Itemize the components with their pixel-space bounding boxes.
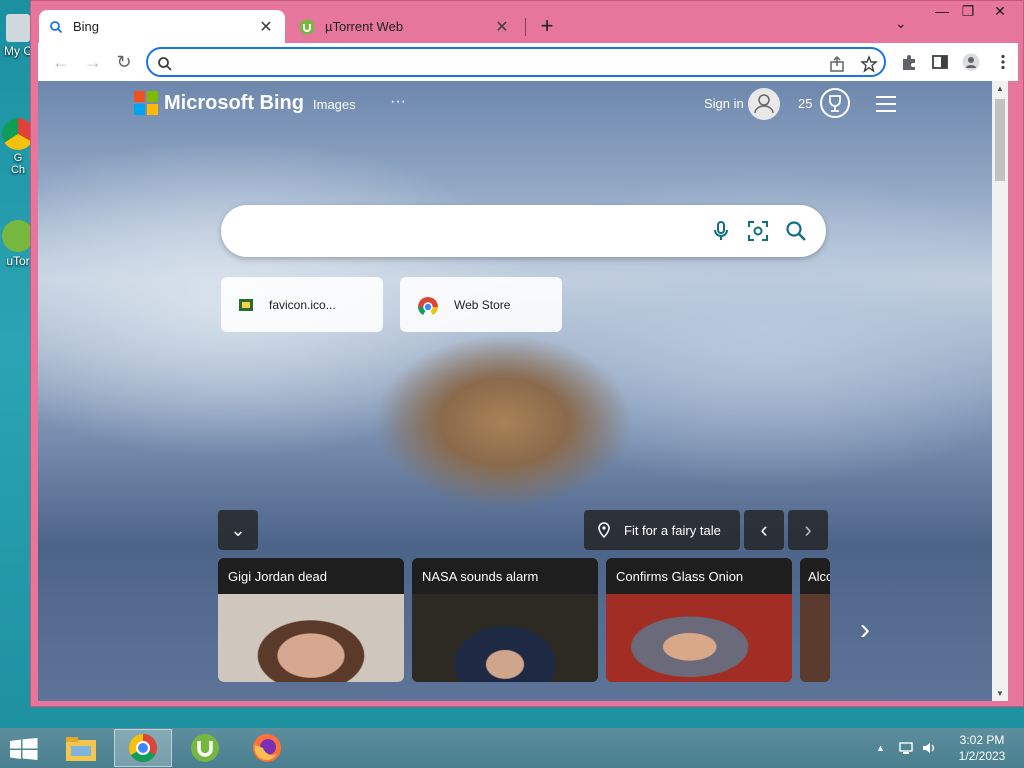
quick-link-web-store[interactable]: Web Store (400, 277, 562, 332)
taskbar-firefox[interactable] (238, 729, 296, 767)
quick-link-label: Web Store (454, 297, 511, 312)
news-card[interactable]: Alco (800, 558, 830, 682)
news-thumbnail (800, 594, 830, 682)
news-headline: Alco (800, 558, 830, 594)
avatar[interactable] (748, 88, 780, 120)
tab-search-button[interactable]: ⌄ (895, 15, 907, 32)
utorrent-icon (299, 19, 315, 34)
search-icon[interactable] (784, 219, 808, 243)
bookmark-star-icon[interactable] (860, 55, 878, 73)
maximize-button[interactable]: ❐ (953, 3, 983, 20)
profile-icon[interactable] (962, 53, 980, 71)
file-explorer-icon (66, 737, 96, 761)
close-window-button[interactable]: ✕ (985, 3, 1015, 20)
menu-icon[interactable] (994, 53, 1012, 71)
previous-image-button[interactable]: ‹ (744, 510, 784, 550)
news-card[interactable]: Gigi Jordan dead (218, 558, 404, 682)
utorrent-icon (191, 734, 219, 762)
news-card[interactable]: NASA sounds alarm (412, 558, 598, 682)
news-thumbnail (412, 594, 598, 682)
clock-date: 1/2/2023 (958, 749, 1006, 763)
news-thumbnail (218, 594, 404, 682)
microphone-icon[interactable] (709, 219, 733, 243)
tab-utorrent[interactable]: µTorrent Web ✕ (289, 10, 521, 43)
image-caption: Fit for a fairy tale (624, 522, 721, 538)
tray-overflow-icon[interactable]: ▲ (876, 743, 885, 753)
next-image-button[interactable]: › (788, 510, 828, 550)
back-button[interactable]: ← (51, 52, 71, 72)
collapse-feed-button[interactable]: ⌄ (218, 510, 258, 550)
taskbar-file-explorer[interactable] (52, 729, 110, 767)
tab-title: Bing (73, 19, 100, 34)
scrollbar-thumb[interactable] (995, 99, 1005, 181)
news-card[interactable]: Confirms Glass Onion (606, 558, 792, 682)
microsoft-logo-icon (134, 91, 158, 115)
browser-toolbar: ← → ↻ (38, 43, 1018, 81)
scroll-up-icon[interactable]: ▲ (992, 84, 1008, 93)
close-tab-icon[interactable]: ✕ (493, 17, 511, 37)
nav-images-link[interactable]: Images (313, 97, 356, 112)
news-headline: Gigi Jordan dead (218, 558, 404, 594)
sign-in-link[interactable]: Sign in (704, 96, 744, 111)
scroll-down-icon[interactable]: ▼ (992, 689, 1008, 698)
visual-search-icon[interactable] (746, 219, 770, 243)
computer-icon (6, 14, 30, 42)
news-headline: Confirms Glass Onion (606, 558, 792, 594)
address-bar[interactable] (146, 47, 886, 77)
microsoft-bing-logo[interactable]: Microsoft Bing (134, 91, 304, 115)
hamburger-menu-icon[interactable] (876, 96, 896, 117)
system-clock[interactable]: 3:02 PM 1/2/2023 (952, 732, 1012, 764)
location-pin-icon (598, 522, 610, 538)
firefox-icon (253, 734, 281, 762)
news-thumbnail (606, 594, 792, 682)
reload-button[interactable]: ↻ (114, 52, 134, 72)
taskbar-chrome[interactable] (114, 729, 172, 767)
logo-text: Microsoft Bing (164, 91, 304, 114)
favicon-file-icon (239, 298, 253, 311)
bing-search-icon (50, 20, 63, 33)
address-input[interactable] (178, 53, 818, 73)
news-next-button[interactable]: › (860, 613, 870, 647)
network-icon[interactable] (898, 740, 914, 756)
rewards-count: 25 (798, 96, 813, 111)
image-info-button[interactable]: Fit for a fairy tale (584, 510, 740, 550)
volume-icon[interactable] (921, 740, 937, 756)
extensions-icon[interactable] (900, 53, 918, 71)
news-headline: NASA sounds alarm (412, 558, 598, 594)
chrome-icon (129, 734, 157, 762)
tab-strip: Bing ✕ µTorrent Web ✕ + ⌄ — ❐ ✕ (31, 1, 1023, 43)
close-tab-icon[interactable]: ✕ (257, 17, 275, 37)
browser-window: Bing ✕ µTorrent Web ✕ + ⌄ — ❐ ✕ ← → ↻ Mi… (30, 0, 1024, 707)
new-tab-button[interactable]: + (536, 13, 558, 39)
forward-button[interactable]: → (83, 52, 103, 72)
side-panel-icon[interactable] (931, 53, 949, 71)
tab-title: µTorrent Web (325, 19, 404, 34)
chrome-web-store-icon (418, 296, 438, 315)
page-scrollbar[interactable]: ▲ ▼ (992, 81, 1008, 701)
quick-link-label: favicon.ico... (269, 297, 336, 312)
search-input[interactable] (241, 219, 711, 243)
taskbar: ▲ 3:02 PM 1/2/2023 (0, 728, 1024, 768)
windows-start-icon[interactable] (10, 738, 38, 760)
rewards-trophy-icon[interactable] (820, 88, 850, 118)
user-icon (754, 94, 774, 114)
clock-time: 3:02 PM (959, 733, 1005, 747)
search-icon (158, 57, 172, 71)
quick-link-favicon[interactable]: favicon.ico... (221, 277, 383, 332)
tab-separator (525, 18, 526, 36)
share-icon[interactable] (828, 55, 846, 73)
tab-bing[interactable]: Bing ✕ (39, 10, 285, 43)
nav-more-button[interactable]: ··· (390, 93, 406, 111)
bing-homepage: Microsoft Bing Images ··· Sign in 25 fav… (38, 81, 1008, 701)
taskbar-utorrent[interactable] (176, 729, 234, 767)
bing-search-box (221, 205, 826, 257)
